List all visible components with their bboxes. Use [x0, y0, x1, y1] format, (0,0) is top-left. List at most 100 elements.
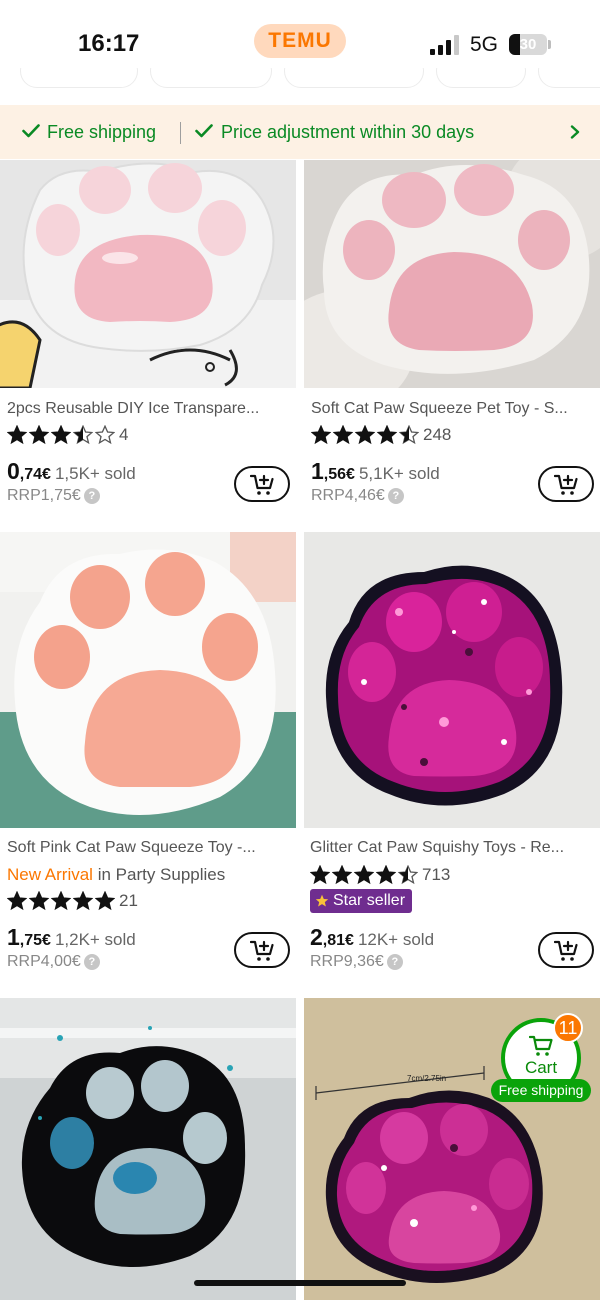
- free-shipping-text: Free shipping: [47, 122, 157, 142]
- rating-stars: 21: [7, 891, 138, 911]
- price-integer: 1: [311, 458, 324, 484]
- cart-count-badge: 11: [553, 1013, 583, 1043]
- star-seller-badge: Star seller: [310, 889, 413, 913]
- help-icon[interactable]: ?: [83, 954, 100, 970]
- cart-label: Cart: [524, 1058, 558, 1077]
- sold-count: 1,2K+ sold: [54, 930, 136, 949]
- filter-chip[interactable]: [20, 68, 138, 88]
- shipping-banner[interactable]: Free shipping Price adjustment within 30…: [0, 105, 600, 159]
- product-title[interactable]: 2pcs Reusable DIY Ice Transpare...: [7, 400, 292, 418]
- star-seller-icon: [315, 894, 329, 907]
- star-icon: [95, 425, 115, 445]
- add-to-cart-button[interactable]: [538, 466, 594, 502]
- cart-icon: [529, 1035, 553, 1056]
- help-icon[interactable]: ?: [83, 488, 100, 504]
- price-decimal: ,75€: [19, 932, 51, 949]
- battery-percent: 30: [519, 36, 537, 53]
- filter-chip[interactable]: [538, 68, 600, 88]
- filter-chip[interactable]: [284, 68, 424, 88]
- product-title[interactable]: Glitter Cat Paw Squishy Toys - Re...: [310, 839, 595, 857]
- filter-chip[interactable]: [150, 68, 272, 88]
- product-image[interactable]: [304, 160, 600, 388]
- price-integer: 2: [310, 924, 323, 950]
- help-icon[interactable]: ?: [386, 954, 403, 970]
- star-icon: [399, 425, 419, 445]
- clock: 16:17: [78, 30, 140, 57]
- star-icon: [354, 865, 374, 885]
- product-image[interactable]: [0, 532, 296, 828]
- product-price: 2,81€ 12K+ sold: [310, 924, 434, 951]
- add-cart-icon: [250, 474, 274, 495]
- star-icon: [95, 891, 115, 911]
- price-integer: 0: [7, 458, 20, 484]
- cart-free-shipping-label: Free shipping: [491, 1079, 591, 1102]
- temu-logo[interactable]: TEMU: [254, 24, 346, 58]
- star-seller-label: Star seller: [333, 892, 406, 909]
- product-price: 1,56€ 5,1K+ sold: [311, 458, 440, 485]
- rrp-text: RRP1,75€: [7, 487, 81, 504]
- review-count: 4: [119, 425, 129, 444]
- size-annotation: 7cm/2.75in: [407, 1074, 446, 1083]
- review-count: 248: [423, 425, 452, 444]
- product-title[interactable]: Soft Pink Cat Paw Squeeze Toy -...: [7, 839, 292, 857]
- star-icon: [355, 425, 375, 445]
- category-tag[interactable]: New Arrival in Party Supplies: [7, 865, 225, 885]
- product-title[interactable]: Soft Cat Paw Squeeze Pet Toy - S...: [311, 400, 596, 418]
- sold-count: 5,1K+ sold: [358, 464, 440, 483]
- star-icon: [311, 425, 331, 445]
- banner-divider: [180, 122, 181, 144]
- star-icon: [51, 425, 71, 445]
- rrp-text: RRP9,36€: [310, 953, 384, 970]
- battery-tip: [548, 40, 551, 49]
- add-cart-icon: [554, 474, 578, 495]
- new-arrival-label: New Arrival: [7, 865, 93, 884]
- check-icon: [195, 124, 213, 138]
- price-adjustment-text: Price adjustment within 30 days: [221, 122, 475, 142]
- filter-chip[interactable]: [436, 68, 526, 88]
- star-icon: [376, 865, 396, 885]
- add-to-cart-button[interactable]: [538, 932, 594, 968]
- star-icon: [29, 425, 49, 445]
- star-icon: [310, 865, 330, 885]
- product-price: 0,74€ 1,5K+ sold: [7, 458, 136, 485]
- price-integer: 1: [7, 924, 20, 950]
- star-icon: [377, 425, 397, 445]
- product-image[interactable]: [304, 532, 600, 828]
- sold-count: 12K+ sold: [357, 930, 435, 949]
- battery-icon: 30: [509, 34, 547, 55]
- add-to-cart-button[interactable]: [234, 932, 290, 968]
- review-count: 21: [119, 891, 138, 910]
- price-decimal: ,56€: [323, 466, 355, 483]
- product-price: 1,75€ 1,2K+ sold: [7, 924, 136, 951]
- star-icon: [7, 891, 27, 911]
- rrp-text: RRP4,46€: [311, 487, 385, 504]
- review-count: 713: [422, 865, 451, 884]
- help-icon[interactable]: ?: [387, 488, 404, 504]
- star-icon: [73, 891, 93, 911]
- add-cart-icon: [250, 940, 274, 961]
- signal-icon: [430, 35, 462, 55]
- sold-count: 1,5K+ sold: [54, 464, 136, 483]
- rating-stars: 248: [311, 425, 451, 445]
- star-icon: [332, 865, 352, 885]
- check-icon: [22, 124, 40, 138]
- rating-stars: 4: [7, 425, 128, 445]
- star-icon: [333, 425, 353, 445]
- rating-stars: 713: [310, 865, 450, 885]
- add-cart-icon: [554, 940, 578, 961]
- home-indicator[interactable]: [194, 1280, 406, 1286]
- star-icon: [73, 425, 93, 445]
- chevron-right-icon[interactable]: [568, 125, 582, 139]
- product-image[interactable]: [0, 998, 296, 1300]
- rrp-price: RRP1,75€?: [7, 487, 100, 505]
- star-icon: [51, 891, 71, 911]
- filter-chips: [0, 68, 600, 92]
- rrp-price: RRP9,36€?: [310, 953, 403, 971]
- star-icon: [7, 425, 27, 445]
- price-decimal: ,74€: [19, 466, 51, 483]
- rrp-text: RRP4,00€: [7, 953, 81, 970]
- rrp-price: RRP4,00€?: [7, 953, 100, 971]
- network-type: 5G: [470, 33, 499, 56]
- product-image[interactable]: [0, 160, 296, 388]
- add-to-cart-button[interactable]: [234, 466, 290, 502]
